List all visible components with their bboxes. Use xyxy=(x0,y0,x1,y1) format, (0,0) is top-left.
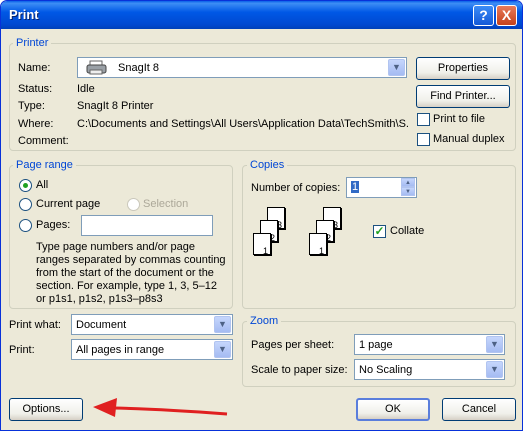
options-button[interactable]: Options... xyxy=(9,398,83,421)
properties-button[interactable]: Properties xyxy=(416,57,510,80)
number-of-copies-label: Number of copies: xyxy=(251,182,341,194)
type-label: Type: xyxy=(18,100,45,112)
page-icon: 1 xyxy=(253,233,271,256)
current-page-radio[interactable] xyxy=(19,198,32,211)
printer-name-value: SnagIt 8 xyxy=(118,62,159,74)
current-page-label[interactable]: Current page xyxy=(36,198,100,210)
all-label[interactable]: All xyxy=(36,179,48,191)
print-what-select[interactable]: Document ▼ xyxy=(71,314,233,335)
close-button[interactable]: X xyxy=(496,5,517,26)
where-label: Where: xyxy=(18,118,54,130)
pages-label[interactable]: Pages: xyxy=(36,219,70,231)
print-what-label: Print what: xyxy=(9,319,61,331)
ok-button[interactable]: OK xyxy=(356,398,430,421)
manual-duplex-label[interactable]: Manual duplex xyxy=(433,133,505,145)
copies-spinner[interactable]: 1 ▲ ▼ xyxy=(346,177,417,198)
help-button[interactable]: ? xyxy=(473,5,494,26)
red-arrow xyxy=(93,398,228,417)
print-select[interactable]: All pages in range ▼ xyxy=(71,339,233,360)
print-to-file-checkbox[interactable] xyxy=(417,113,430,126)
scale-to-paper-label: Scale to paper size: xyxy=(251,364,348,376)
print-dialog: Print ? X Printer Name: SnagIt 8 ▼ Statu… xyxy=(0,0,523,431)
zoom-legend: Zoom xyxy=(247,315,282,327)
selection-label: Selection xyxy=(143,198,189,210)
status-value: Idle xyxy=(77,83,95,95)
type-value: SnagIt 8 Printer xyxy=(77,100,154,112)
all-radio[interactable] xyxy=(19,179,32,192)
spin-down-icon[interactable]: ▼ xyxy=(401,187,415,196)
collate-checkbox[interactable]: ✓ xyxy=(373,225,386,238)
printer-legend: Printer xyxy=(13,37,52,49)
pages-per-sheet-value: 1 page xyxy=(359,339,393,351)
print-to-file-label[interactable]: Print to file xyxy=(433,113,485,125)
printer-name-select[interactable]: SnagIt 8 ▼ xyxy=(77,57,407,78)
copies-legend: Copies xyxy=(247,159,288,171)
printer-icon xyxy=(86,60,108,76)
chevron-down-icon[interactable]: ▼ xyxy=(214,341,231,358)
find-printer-button[interactable]: Find Printer... xyxy=(416,85,510,108)
pages-input[interactable] xyxy=(81,215,213,236)
print-value: All pages in range xyxy=(76,344,165,356)
print-label: Print: xyxy=(9,344,35,356)
pages-per-sheet-label: Pages per sheet: xyxy=(251,339,335,351)
where-value: C:\Documents and Settings\All Users\Appl… xyxy=(77,118,409,130)
cancel-button[interactable]: Cancel xyxy=(442,398,516,421)
chevron-down-icon[interactable]: ▼ xyxy=(486,336,503,353)
print-what-value: Document xyxy=(76,319,127,331)
manual-duplex-checkbox[interactable] xyxy=(417,133,430,146)
page-icon: 1 xyxy=(309,233,327,256)
status-label: Status: xyxy=(18,83,53,95)
scale-to-paper-select[interactable]: No Scaling ▼ xyxy=(354,359,505,380)
collate-label[interactable]: Collate xyxy=(390,225,424,237)
spin-up-icon[interactable]: ▲ xyxy=(401,178,415,187)
chevron-down-icon[interactable]: ▼ xyxy=(214,316,231,333)
page-range-legend: Page range xyxy=(13,159,76,171)
pages-per-sheet-select[interactable]: 1 page ▼ xyxy=(354,334,505,355)
name-label: Name: xyxy=(18,62,51,74)
comment-label: Comment: xyxy=(18,135,69,147)
scale-to-paper-value: No Scaling xyxy=(359,364,413,376)
pages-radio[interactable] xyxy=(19,219,32,232)
window-title: Print xyxy=(9,7,39,22)
title-bar[interactable]: Print ? X xyxy=(1,1,522,29)
chevron-down-icon[interactable]: ▼ xyxy=(388,59,405,76)
copies-spinner-value: 1 xyxy=(351,181,360,193)
selection-radio xyxy=(127,198,140,211)
page-range-help-text: Type page numbers and/or page ranges sep… xyxy=(36,241,226,305)
chevron-down-icon[interactable]: ▼ xyxy=(486,361,503,378)
